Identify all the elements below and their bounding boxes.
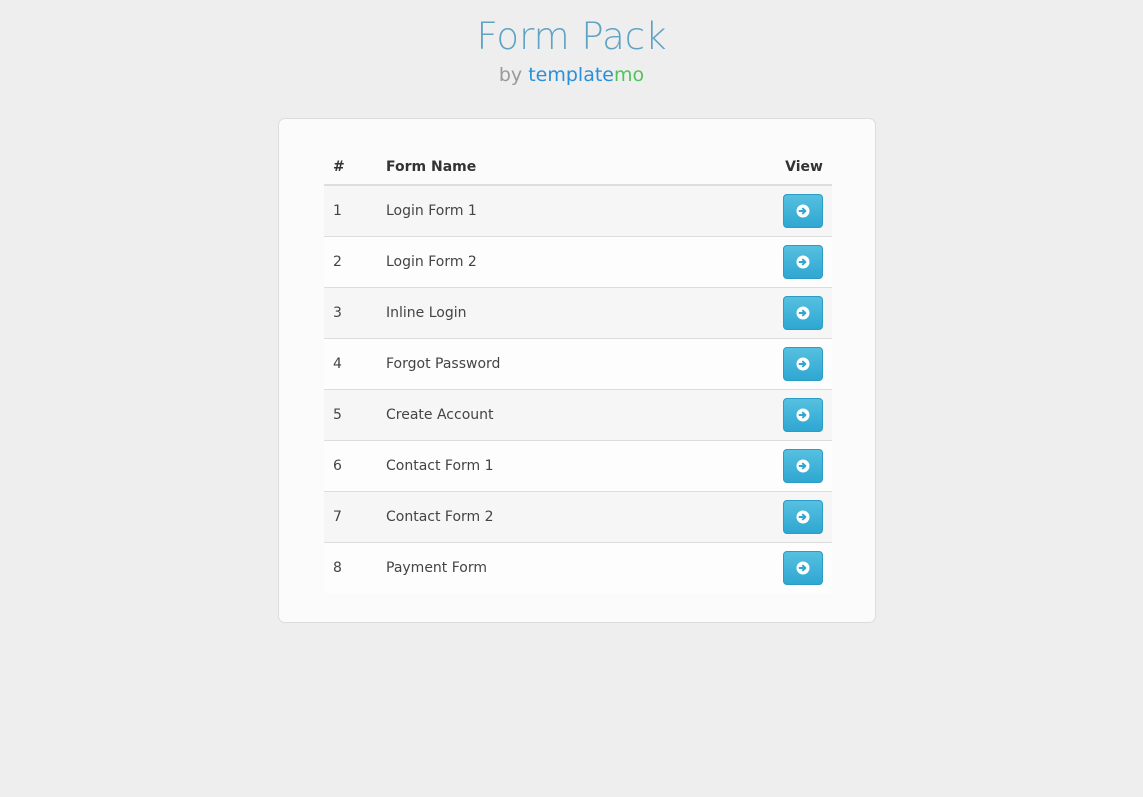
row-form-name: Forgot Password <box>377 338 772 390</box>
column-header-view: View <box>772 149 832 186</box>
row-number: 2 <box>324 236 377 288</box>
row-number: 8 <box>324 542 377 593</box>
column-header-form-name: Form Name <box>377 149 772 186</box>
table-row: 1 Login Form 1 <box>324 185 832 237</box>
brand-link-part1[interactable]: template <box>528 64 614 86</box>
row-view-cell <box>772 287 832 339</box>
row-number: 1 <box>324 185 377 237</box>
row-view-cell <box>772 185 832 237</box>
row-form-name: Inline Login <box>377 287 772 339</box>
arrow-circle-right-icon <box>796 306 810 319</box>
row-view-cell <box>772 236 832 288</box>
arrow-circle-right-icon <box>796 561 810 575</box>
view-button[interactable] <box>783 499 823 534</box>
table-header-row: # Form Name View <box>324 149 832 186</box>
page-title: Form Pack <box>476 15 667 58</box>
view-button[interactable] <box>783 346 823 381</box>
table-row: 8 Payment Form <box>324 542 832 593</box>
brand-link-part2[interactable]: mo <box>614 64 644 86</box>
row-view-cell <box>772 338 832 390</box>
row-number: 4 <box>324 338 377 390</box>
row-form-name: Login Form 2 <box>377 236 772 288</box>
view-button[interactable] <box>783 295 823 330</box>
view-button[interactable] <box>783 550 823 585</box>
row-view-cell <box>772 491 832 543</box>
forms-table: # Form Name View 1 Login Form 1 2 Login … <box>324 149 832 593</box>
page-subtitle: by templatemo <box>0 60 1143 90</box>
row-form-name: Create Account <box>377 389 772 441</box>
forms-panel: # Form Name View 1 Login Form 1 2 Login … <box>278 118 876 623</box>
row-view-cell <box>772 440 832 492</box>
row-number: 5 <box>324 389 377 441</box>
row-number: 3 <box>324 287 377 339</box>
table-row: 3 Inline Login <box>324 287 832 339</box>
arrow-circle-right-icon <box>796 510 810 523</box>
table-row: 6 Contact Form 1 <box>324 440 832 492</box>
row-number: 6 <box>324 440 377 492</box>
view-button[interactable] <box>783 397 823 432</box>
row-form-name: Payment Form <box>377 542 772 593</box>
row-form-name: Login Form 1 <box>377 185 772 237</box>
table-row: 2 Login Form 2 <box>324 236 832 288</box>
row-number: 7 <box>324 491 377 543</box>
page-header: Form Pack by templatemo <box>0 0 1143 90</box>
table-row: 4 Forgot Password <box>324 338 832 390</box>
arrow-circle-right-icon <box>796 255 810 268</box>
row-form-name: Contact Form 2 <box>377 491 772 543</box>
view-button[interactable] <box>783 244 823 279</box>
arrow-circle-right-icon <box>796 408 810 421</box>
row-view-cell <box>772 389 832 441</box>
table-row: 5 Create Account <box>324 389 832 441</box>
arrow-circle-right-icon <box>796 357 810 370</box>
column-header-number: # <box>324 149 377 186</box>
row-form-name: Contact Form 1 <box>377 440 772 492</box>
view-button[interactable] <box>783 448 823 483</box>
table-row: 7 Contact Form 2 <box>324 491 832 543</box>
by-label: by <box>498 64 523 86</box>
arrow-circle-right-icon <box>796 204 810 218</box>
view-button[interactable] <box>783 193 823 228</box>
arrow-circle-right-icon <box>796 459 810 472</box>
row-view-cell <box>772 542 832 593</box>
